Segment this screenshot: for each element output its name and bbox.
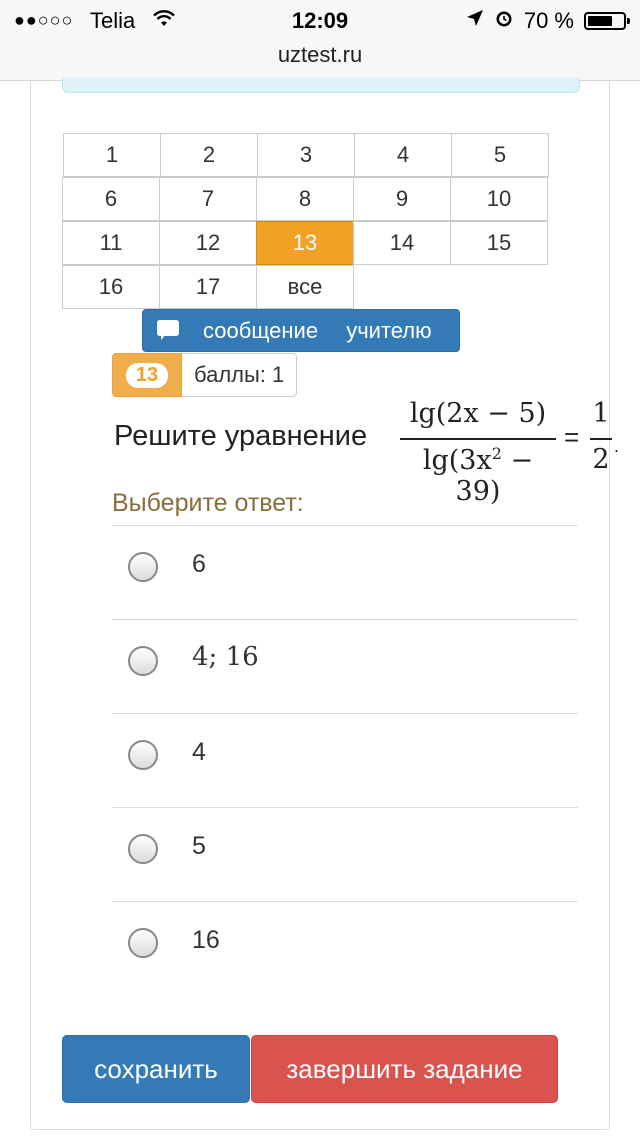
battery-icon xyxy=(584,12,630,30)
answer-option[interactable]: 4 xyxy=(112,713,578,807)
rhs-numerator: 1 xyxy=(592,398,610,429)
question-nav-row: 6 7 8 9 10 xyxy=(62,177,548,221)
equation-period: . xyxy=(614,436,620,456)
answer-label: 4; 16 xyxy=(192,642,259,672)
question-nav-row: 11 12 13 14 15 xyxy=(62,221,548,265)
answer-radio[interactable] xyxy=(128,928,158,958)
answer-radio[interactable] xyxy=(128,552,158,582)
equation-numerator: lg(2x − 5) xyxy=(409,398,547,429)
question-number: 13 xyxy=(125,362,169,388)
question-nav-item[interactable]: 11 xyxy=(62,221,160,265)
battery-fill xyxy=(588,16,612,26)
save-button[interactable]: сохранить xyxy=(62,1035,250,1103)
answer-label: 6 xyxy=(192,550,206,578)
equation-denominator: lg(3x2 − 39) xyxy=(422,444,534,507)
answer-label: 5 xyxy=(192,832,206,860)
fraction-bar xyxy=(590,438,612,440)
points-label: баллы: 1 xyxy=(182,353,298,397)
question-nav-item[interactable]: 5 xyxy=(451,133,549,177)
question-nav-item[interactable]: 9 xyxy=(353,177,451,221)
question-nav-item[interactable]: 1 xyxy=(63,133,161,177)
fraction-bar xyxy=(400,438,556,440)
message-teacher-label: сообщение учителю xyxy=(203,317,432,343)
message-teacher-button[interactable]: сообщение учителю xyxy=(142,309,460,352)
question-nav-row: 12345 xyxy=(63,133,549,177)
question-nav-item-active[interactable]: 13 xyxy=(256,221,354,265)
question-prompt: Решите уравнение xyxy=(114,420,368,452)
rhs-denominator: 2 xyxy=(592,444,610,475)
comment-icon xyxy=(157,319,181,342)
question-nav-item[interactable]: все xyxy=(256,265,354,309)
answer-option[interactable]: 4; 16 xyxy=(112,619,578,713)
question-nav-item[interactable]: 6 xyxy=(62,177,160,221)
ios-status-bar: ●●○○○ Telia 12:09 70 % uztest.ru xyxy=(0,0,640,81)
answer-list: 6 4; 16 4 5 16 xyxy=(112,525,578,995)
answer-option[interactable]: 16 xyxy=(112,901,578,995)
question-nav-item[interactable]: 4 xyxy=(354,133,452,177)
answer-radio[interactable] xyxy=(128,740,158,770)
question-nav-row: 16 17 все xyxy=(62,265,548,309)
question-nav-item[interactable]: 12 xyxy=(159,221,257,265)
battery-percent: 70 % xyxy=(523,8,574,33)
answer-label: 4 xyxy=(192,738,206,766)
question-nav-item[interactable]: 16 xyxy=(62,265,160,309)
info-alert-strip xyxy=(62,78,580,93)
question-nav-item[interactable]: 17 xyxy=(159,265,257,309)
question-nav-item[interactable]: 15 xyxy=(450,221,548,265)
question-nav-grid: 1 2 3 4 5 6 7 8 9 10 11 12 13 14 15 16 17 все xyxy=(62,133,549,309)
answer-radio[interactable] xyxy=(128,834,158,864)
answer-radio[interactable] xyxy=(128,646,158,676)
address-bar-url[interactable]: uztest.ru xyxy=(0,42,640,68)
question-nav-item[interactable]: 8 xyxy=(256,177,354,221)
question-nav-item[interactable]: 7 xyxy=(159,177,257,221)
answer-option[interactable]: 6 xyxy=(112,525,578,619)
question-nav-item[interactable]: 2 xyxy=(160,133,258,177)
question-nav-item[interactable]: 10 xyxy=(450,177,548,221)
question-nav-item[interactable]: 14 xyxy=(353,221,451,265)
location-icon xyxy=(466,9,484,33)
finish-task-button[interactable]: завершить задание xyxy=(251,1035,558,1103)
answer-label: 16 xyxy=(192,926,220,954)
equation-rhs-fraction: 1 2 xyxy=(590,398,612,484)
equals-sign: = xyxy=(564,422,580,452)
question-text: Решите уравнение lg(2x − 5) lg(3x2 − 39)… xyxy=(112,398,632,507)
points-badge: 13 баллы: 1 xyxy=(112,353,298,397)
alarm-icon xyxy=(494,8,514,34)
equation-lhs-fraction: lg(2x − 5) lg(3x2 − 39) xyxy=(400,398,556,507)
question-nav-item[interactable]: 3 xyxy=(257,133,355,177)
answer-option[interactable]: 5 xyxy=(112,807,578,901)
choose-answer-heading: Выберите ответ: xyxy=(112,489,304,517)
question-number-badge: 13 xyxy=(112,353,182,397)
